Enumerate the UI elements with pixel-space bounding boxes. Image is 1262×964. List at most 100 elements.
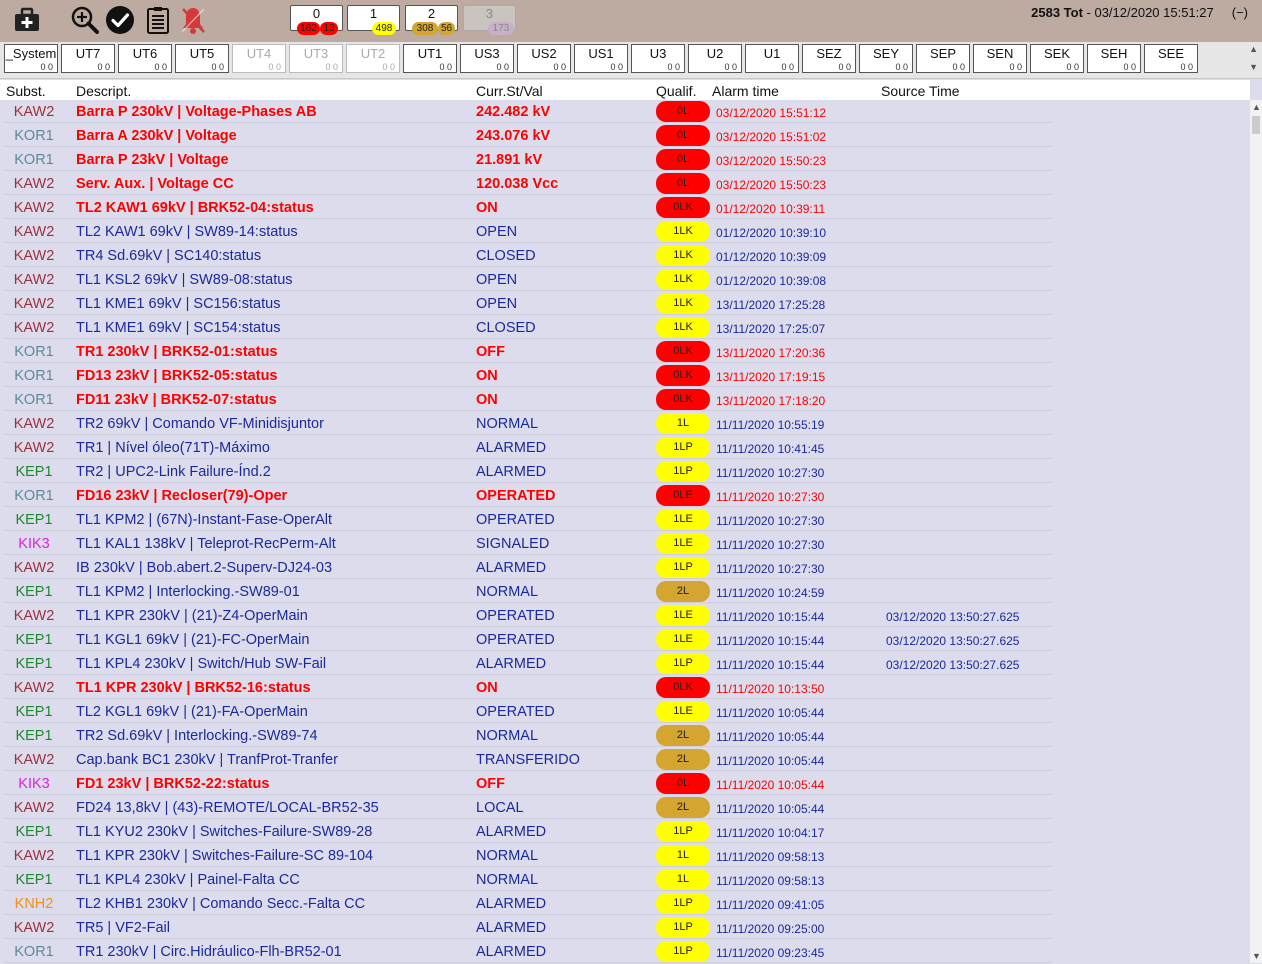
alarm-row[interactable]: KAW2 Barra P 230kV | Voltage-Phases AB 242… <box>0 100 1250 124</box>
row-qualifier-badge[interactable]: 2L <box>656 749 710 770</box>
alarm-row[interactable]: KAW2 TR2 69kV | Comando VF-Minidisjuntor N… <box>0 412 1250 436</box>
level-3-counter[interactable]: 3 173 <box>463 5 516 35</box>
row-qualifier-badge[interactable]: 1LP <box>656 917 710 938</box>
alarm-row[interactable]: KOR1 Barra A 230kV | Voltage 243.076 kV 0L 0… <box>0 124 1250 148</box>
row-qualifier-badge[interactable]: 0L <box>656 101 710 122</box>
minimize-button[interactable]: (−) <box>1232 5 1248 20</box>
row-qualifier-badge[interactable]: 1LP <box>656 437 710 458</box>
filter-button-u3[interactable]: U3 0 0 <box>631 44 685 73</box>
row-qualifier-badge[interactable]: 1LP <box>656 557 710 578</box>
row-qualifier-badge[interactable]: 1LK <box>656 317 710 338</box>
clipboard-icon[interactable] <box>143 5 173 35</box>
filter-scroll-down-icon[interactable]: ▼ <box>1249 62 1258 72</box>
alarm-row[interactable]: KAW2 TL1 KME1 69kV | SC156:status OPEN 1LK 1… <box>0 292 1250 316</box>
row-qualifier-badge[interactable]: 1L <box>656 869 710 890</box>
row-qualifier-badge[interactable]: 0L <box>656 773 710 794</box>
filter-button-u1[interactable]: U1 0 0 <box>745 44 799 73</box>
row-qualifier-badge[interactable]: 1LK <box>656 245 710 266</box>
alarm-row[interactable]: KIK3 FD1 23kV | BRK52-22:status OFF 0L 11/11… <box>0 772 1250 796</box>
filter-button-seh[interactable]: SEH 0 0 <box>1087 44 1141 73</box>
alarm-row[interactable]: KEP1 TL1 KGL1 69kV | (21)-FC-OperMain OPER… <box>0 628 1250 652</box>
alarm-row[interactable]: KAW2 Cap.bank BC1 230kV | TranfProt-Tranf… <box>0 748 1250 772</box>
filter-button-ut4[interactable]: UT4 0 0 <box>232 44 286 73</box>
toolbox-icon[interactable] <box>12 5 42 35</box>
row-qualifier-badge[interactable]: 1LE <box>656 701 710 722</box>
alarm-row[interactable]: KOR1 FD16 23kV | Recloser(79)-Oper OPERATE… <box>0 484 1250 508</box>
alarm-row[interactable]: KAW2 TL1 KME1 69kV | SC154:status CLOSED 1L… <box>0 316 1250 340</box>
alarm-bell-off-icon[interactable] <box>178 5 208 35</box>
filter-button-u2[interactable]: U2 0 0 <box>688 44 742 73</box>
alarm-row[interactable]: KAW2 FD24 13,8kV | (43)-REMOTE/LOCAL-BR52… <box>0 796 1250 820</box>
filter-button-ut7[interactable]: UT7 0 0 <box>61 44 115 73</box>
level-2-counter[interactable]: 2 308 56 <box>405 5 458 35</box>
row-qualifier-badge[interactable]: 1LE <box>656 605 710 626</box>
zoom-icon[interactable] <box>70 5 100 35</box>
alarm-row[interactable]: KOR1 TR1 230kV | Circ.Hidráulico-Flh-BR52… <box>0 940 1250 964</box>
filter-button-ut2[interactable]: UT2 0 0 <box>346 44 400 73</box>
alarm-row[interactable]: KEP1 TL1 KPM2 | Interlocking.-SW89-01 NORM… <box>0 580 1250 604</box>
row-qualifier-badge[interactable]: 0LK <box>656 677 710 698</box>
row-qualifier-badge[interactable]: 0LK <box>656 341 710 362</box>
filter-button-ut1[interactable]: UT1 0 0 <box>403 44 457 73</box>
check-icon[interactable] <box>105 5 135 35</box>
alarm-row[interactable]: KOR1 TR1 230kV | BRK52-01:status OFF 0LK 13/… <box>0 340 1250 364</box>
filter-button-us2[interactable]: US2 0 0 <box>517 44 571 73</box>
alarm-row[interactable]: KEP1 TL1 KPM2 | (67N)-Instant-Fase-OperAl… <box>0 508 1250 532</box>
scroll-down-icon[interactable]: ▼ <box>1252 951 1261 961</box>
row-qualifier-badge[interactable]: 1LP <box>656 461 710 482</box>
row-qualifier-badge[interactable]: 1LK <box>656 269 710 290</box>
filter-button-sey[interactable]: SEY 0 0 <box>859 44 913 73</box>
alarm-row[interactable]: KAW2 TR5 | VF2-Fail ALARMED 1LP 11/11/2020 0… <box>0 916 1250 940</box>
filter-button-see[interactable]: SEE 0 0 <box>1144 44 1198 73</box>
row-qualifier-badge[interactable]: 0LK <box>656 197 710 218</box>
alarm-row[interactable]: KAW2 TL2 KAW1 69kV | SW89-14:status OPEN 1L… <box>0 220 1250 244</box>
row-qualifier-badge[interactable]: 1L <box>656 413 710 434</box>
alarm-row[interactable]: KAW2 TR4 Sd.69kV | SC140:status CLOSED 1LK 0… <box>0 244 1250 268</box>
filter-button-ut5[interactable]: UT5 0 0 <box>175 44 229 73</box>
alarm-row[interactable]: KAW2 TL1 KSL2 69kV | SW89-08:status OPEN 1L… <box>0 268 1250 292</box>
alarm-row[interactable]: KIK3 TL1 KAL1 138kV | Teleprot-RecPerm-Al… <box>0 532 1250 556</box>
row-qualifier-badge[interactable]: 1LP <box>656 941 710 962</box>
row-qualifier-badge[interactable]: 0L <box>656 149 710 170</box>
alarm-row[interactable]: KAW2 Serv. Aux. | Voltage CC 120.038 Vcc 0L… <box>0 172 1250 196</box>
alarm-row[interactable]: KEP1 TL1 KYU2 230kV | Switches-Failure-SW… <box>0 820 1250 844</box>
row-qualifier-badge[interactable]: 1LP <box>656 821 710 842</box>
filter-button-ut6[interactable]: UT6 0 0 <box>118 44 172 73</box>
alarm-row[interactable]: KOR1 FD11 23kV | BRK52-07:status ON 0LK 13/1… <box>0 388 1250 412</box>
alarm-row[interactable]: KEP1 TR2 Sd.69kV | Interlocking.-SW89-74 N… <box>0 724 1250 748</box>
filter-scroll-up-icon[interactable]: ▲ <box>1249 44 1258 54</box>
level-1-counter[interactable]: 1 498 <box>347 5 400 35</box>
column-header-alarm-time[interactable]: Alarm time <box>712 83 779 99</box>
row-qualifier-badge[interactable]: 1LP <box>656 653 710 674</box>
filter-button-us1[interactable]: US1 0 0 <box>574 44 628 73</box>
alarm-row[interactable]: KEP1 TL2 KGL1 69kV | (21)-FA-OperMain OPER… <box>0 700 1250 724</box>
alarm-row[interactable]: KEP1 TL1 KPL4 230kV | Switch/Hub SW-Fail A… <box>0 652 1250 676</box>
row-qualifier-badge[interactable]: 0LK <box>656 389 710 410</box>
filter-button-sek[interactable]: SEK 0 0 <box>1030 44 1084 73</box>
column-header-qualif[interactable]: Qualif. <box>656 83 696 99</box>
row-qualifier-badge[interactable]: 0LE <box>656 485 710 506</box>
column-header-value[interactable]: Curr.St/Val <box>476 83 543 99</box>
filter-button-sen[interactable]: SEN 0 0 <box>973 44 1027 73</box>
level-0-counter[interactable]: 0 182 13 <box>290 5 343 35</box>
row-qualifier-badge[interactable]: 0L <box>656 125 710 146</box>
alarm-row[interactable]: KAW2 TL2 KAW1 69kV | BRK52-04:status ON 0LK… <box>0 196 1250 220</box>
alarm-row[interactable]: KEP1 TR2 | UPC2-Link Failure-Índ.2 ALARMED… <box>0 460 1250 484</box>
alarm-row[interactable]: KOR1 Barra P 23kV | Voltage 21.891 kV 0L 03/… <box>0 148 1250 172</box>
column-header-source-time[interactable]: Source Time <box>881 83 960 99</box>
scroll-thumb[interactable] <box>1252 116 1260 134</box>
alarm-row[interactable]: KAW2 TL1 KPR 230kV | Switches-Failure-SC … <box>0 844 1250 868</box>
row-qualifier-badge[interactable]: 2L <box>656 797 710 818</box>
alarm-row[interactable]: KEP1 TL1 KPL4 230kV | Painel-Falta CC NORM… <box>0 868 1250 892</box>
row-qualifier-badge[interactable]: 0LK <box>656 365 710 386</box>
alarm-row[interactable]: KAW2 TL1 KPR 230kV | (21)-Z4-OperMain OPER… <box>0 604 1250 628</box>
alarm-row[interactable]: KAW2 TR1 | Nível óleo(71T)-Máximo ALARMED 1… <box>0 436 1250 460</box>
filter-button-ut3[interactable]: UT3 0 0 <box>289 44 343 73</box>
filter-button-sep[interactable]: SEP 0 0 <box>916 44 970 73</box>
row-qualifier-badge[interactable]: 1LE <box>656 509 710 530</box>
filter-button-sez[interactable]: SEZ 0 0 <box>802 44 856 73</box>
column-header-descript[interactable]: Descript. <box>76 83 131 99</box>
filter-button-us3[interactable]: US3 0 0 <box>460 44 514 73</box>
vertical-scrollbar[interactable]: ▲ ▼ <box>1250 100 1262 963</box>
alarm-row[interactable]: KNH2 TL2 KHB1 230kV | Comando Secc.-Falta… <box>0 892 1250 916</box>
